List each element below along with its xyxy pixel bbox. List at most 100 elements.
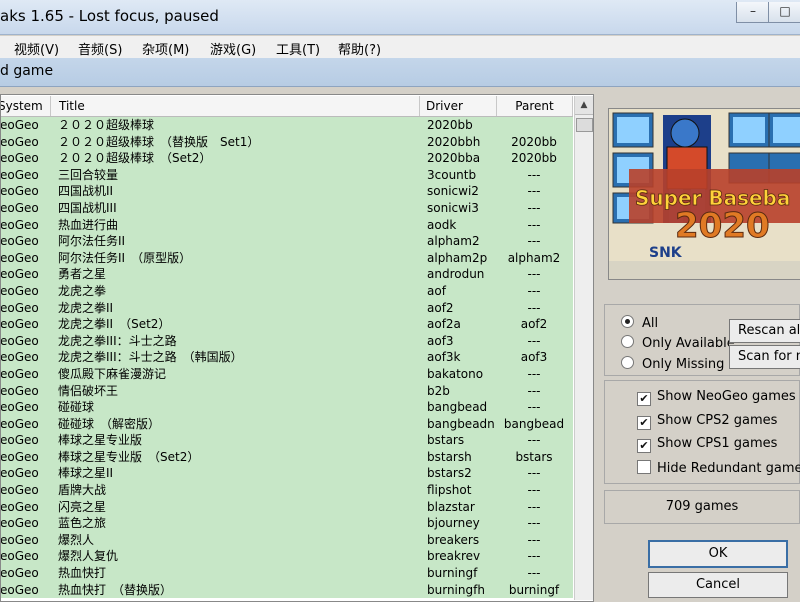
cell-title: 四国战机III	[58, 200, 117, 215]
window-title: aks 1.65 - Lost focus, paused	[0, 7, 219, 25]
cell-system: NeoGeo	[0, 383, 39, 398]
table-row[interactable]: NeoGeo２０２０超级棒球 （替换版 Set1）2020bbh2020bb	[1, 133, 573, 151]
table-row[interactable]: NeoGeo三回合较量3countb---	[1, 166, 573, 184]
cell-title: 阿尔法任务II	[58, 234, 126, 249]
column-header-title[interactable]: Title	[56, 96, 420, 116]
cell-system: NeoGeo	[0, 350, 39, 365]
menu-help[interactable]: 帮助(?)	[338, 39, 381, 58]
check-hide-redundant[interactable]: Hide Redundant games	[637, 460, 800, 476]
cell-title: 热血进行曲	[58, 217, 119, 232]
checkbox-checked-icon[interactable]: ✔	[637, 439, 651, 453]
menu-audio[interactable]: 音频(S)	[78, 39, 122, 58]
vertical-scrollbar[interactable]: ▲	[574, 96, 593, 600]
table-row[interactable]: NeoGeo盾牌大战flipshot---	[1, 482, 573, 499]
menu-tools[interactable]: 工具(T)	[276, 39, 320, 58]
cell-driver: 2020bb	[427, 118, 473, 132]
table-row[interactable]: NeoGeo ２０２０超级棒球 2020bb	[1, 117, 573, 134]
preview-year: 2020	[675, 206, 770, 246]
scroll-up-icon[interactable]: ▲	[575, 96, 593, 115]
cell-title: ２０２０超级棒球 （替换版 Set1）	[58, 134, 260, 149]
table-row[interactable]: NeoGeo勇者之星androdun---	[1, 266, 573, 283]
table-row[interactable]: NeoGeo阿尔法任务II （原型版）alpham2palpham2	[1, 249, 573, 267]
radio-only-missing[interactable]: Only Missing	[621, 356, 724, 372]
scroll-thumb[interactable]	[576, 118, 593, 132]
game-count-label: 709 games	[665, 499, 739, 514]
menu-video[interactable]: 视频(V)	[14, 39, 59, 58]
scan-for-new-button[interactable]: Scan for ne	[729, 345, 800, 369]
menu-game[interactable]: 游戏(G)	[210, 39, 256, 58]
checkbox-checked-icon[interactable]: ✔	[637, 392, 651, 406]
table-row[interactable]: NeoGeo闪亮之星blazstar---	[0, 498, 573, 516]
table-row[interactable]: NeoGeo棒球之星专业版bstars---	[1, 432, 573, 449]
menu-misc[interactable]: 杂项(M)	[142, 39, 189, 58]
cell-parent: ---	[527, 366, 541, 381]
table-row[interactable]: NeoGeo碰碰球bangbead---	[1, 399, 573, 416]
cancel-button[interactable]: Cancel	[648, 572, 788, 598]
cell-parent: ---	[527, 566, 541, 581]
cell-parent: ---	[527, 300, 541, 315]
cell-title: 傻瓜殿下麻雀漫游记	[58, 366, 167, 381]
column-header-parent[interactable]: Parent	[497, 96, 573, 116]
maximize-button[interactable]: □	[768, 2, 800, 23]
table-row[interactable]: NeoGeo龙虎之拳IIaof2---	[1, 299, 573, 317]
ok-button[interactable]: OK	[648, 540, 788, 568]
cell-parent: aof2	[520, 317, 548, 332]
column-header-driver[interactable]: Driver	[423, 96, 497, 116]
dialog-header: d game	[0, 58, 800, 87]
check-show-cps2[interactable]: ✔ Show CPS2 games	[637, 413, 777, 430]
table-row[interactable]: NeoGeo热血快打burningf---	[1, 565, 573, 582]
check-show-neogeo[interactable]: ✔ Show NeoGeo games	[637, 389, 796, 406]
cell-parent: ---	[527, 400, 541, 415]
cell-parent: 2020bb	[511, 151, 557, 166]
cell-title: 四国战机II	[58, 184, 114, 199]
cell-title: 龙虎之拳	[58, 283, 107, 298]
cell-system: NeoGeo	[0, 317, 39, 332]
check-hide-redundant-label: Hide Redundant games	[657, 461, 800, 476]
table-row[interactable]: NeoGeo碰碰球 （解密版）bangbeadnbangbead	[1, 415, 573, 433]
radio-indicator[interactable]	[621, 315, 634, 328]
check-show-cps1[interactable]: ✔ Show CPS1 games	[637, 436, 777, 453]
checkbox-unchecked-icon[interactable]	[637, 460, 651, 474]
table-row[interactable]: NeoGeo情侣破坏王b2b---	[0, 382, 573, 400]
table-row[interactable]: NeoGeo四国战机IIsonicwi2---	[1, 183, 573, 200]
cell-parent: ---	[527, 217, 541, 232]
table-row[interactable]: NeoGeo爆烈人breakers---	[1, 531, 573, 549]
cell-title: 热血快打 （替换版）	[58, 582, 173, 597]
radio-indicator[interactable]	[621, 335, 634, 348]
cell-system: NeoGeo	[0, 516, 39, 531]
table-row[interactable]: NeoGeo四国战机IIIsonicwi3---	[1, 199, 573, 217]
game-list[interactable]: System Title Driver Parent NeoGeo ２０２０超级棒…	[0, 94, 594, 602]
cell-parent: 2020bb	[511, 134, 557, 149]
table-row[interactable]: NeoGeo热血进行曲aodk---	[1, 216, 573, 234]
radio-all[interactable]: All	[621, 315, 658, 331]
table-row[interactable]: NeoGeo棒球之星专业版 （Set2）bstarshbstars	[1, 448, 573, 466]
table-row[interactable]: NeoGeo阿尔法任务IIalpham2---	[1, 233, 573, 250]
table-row[interactable]: NeoGeo龙虎之拳III：斗士之路 （韩国版）aof3kaof3	[1, 349, 573, 366]
cell-parent: ---	[527, 234, 541, 249]
table-row[interactable]: NeoGeo傻瓜殿下麻雀漫游记bakatono---	[1, 365, 573, 383]
cell-title: 龙虎之拳II （Set2）	[58, 317, 171, 332]
rescan-all-button[interactable]: Rescan al	[729, 319, 800, 343]
minimize-button[interactable]: –	[736, 2, 770, 23]
column-header-system[interactable]: System	[1, 96, 51, 116]
table-row[interactable]: NeoGeo２０２０超级棒球 （Set2）2020bba2020bb	[1, 150, 573, 167]
table-row[interactable]: NeoGeo龙虎之拳II （Set2）aof2aaof2	[1, 316, 573, 333]
cell-parent: ---	[527, 433, 541, 448]
table-row[interactable]: NeoGeo龙虎之拳III：斗士之路aof3---	[0, 332, 573, 350]
table-row[interactable]: NeoGeo热血快打 （替换版）burningfhburningf	[1, 581, 573, 599]
radio-only-available[interactable]: Only Available	[621, 335, 735, 351]
minimize-icon: –	[750, 4, 756, 18]
table-row[interactable]: NeoGeo棒球之星IIbstars2---	[1, 465, 573, 483]
checkbox-checked-icon[interactable]: ✔	[637, 416, 651, 430]
cell-title: 棒球之星专业版	[58, 433, 143, 448]
cell-parent: ---	[527, 499, 541, 514]
radio-all-label: All	[642, 316, 659, 331]
cell-title: ２０２０超级棒球 （Set2）	[58, 151, 212, 166]
radio-indicator[interactable]	[621, 356, 634, 369]
table-row[interactable]: NeoGeo爆烈人复仇breakrev---	[1, 548, 573, 566]
cell-title: 蓝色之旅	[58, 516, 107, 531]
cell-system: NeoGeo	[0, 333, 39, 348]
table-row[interactable]: NeoGeo龙虎之拳aof---	[1, 282, 573, 300]
table-row[interactable]: NeoGeo蓝色之旅bjourney---	[1, 515, 573, 532]
cell-system: NeoGeo	[0, 499, 39, 514]
